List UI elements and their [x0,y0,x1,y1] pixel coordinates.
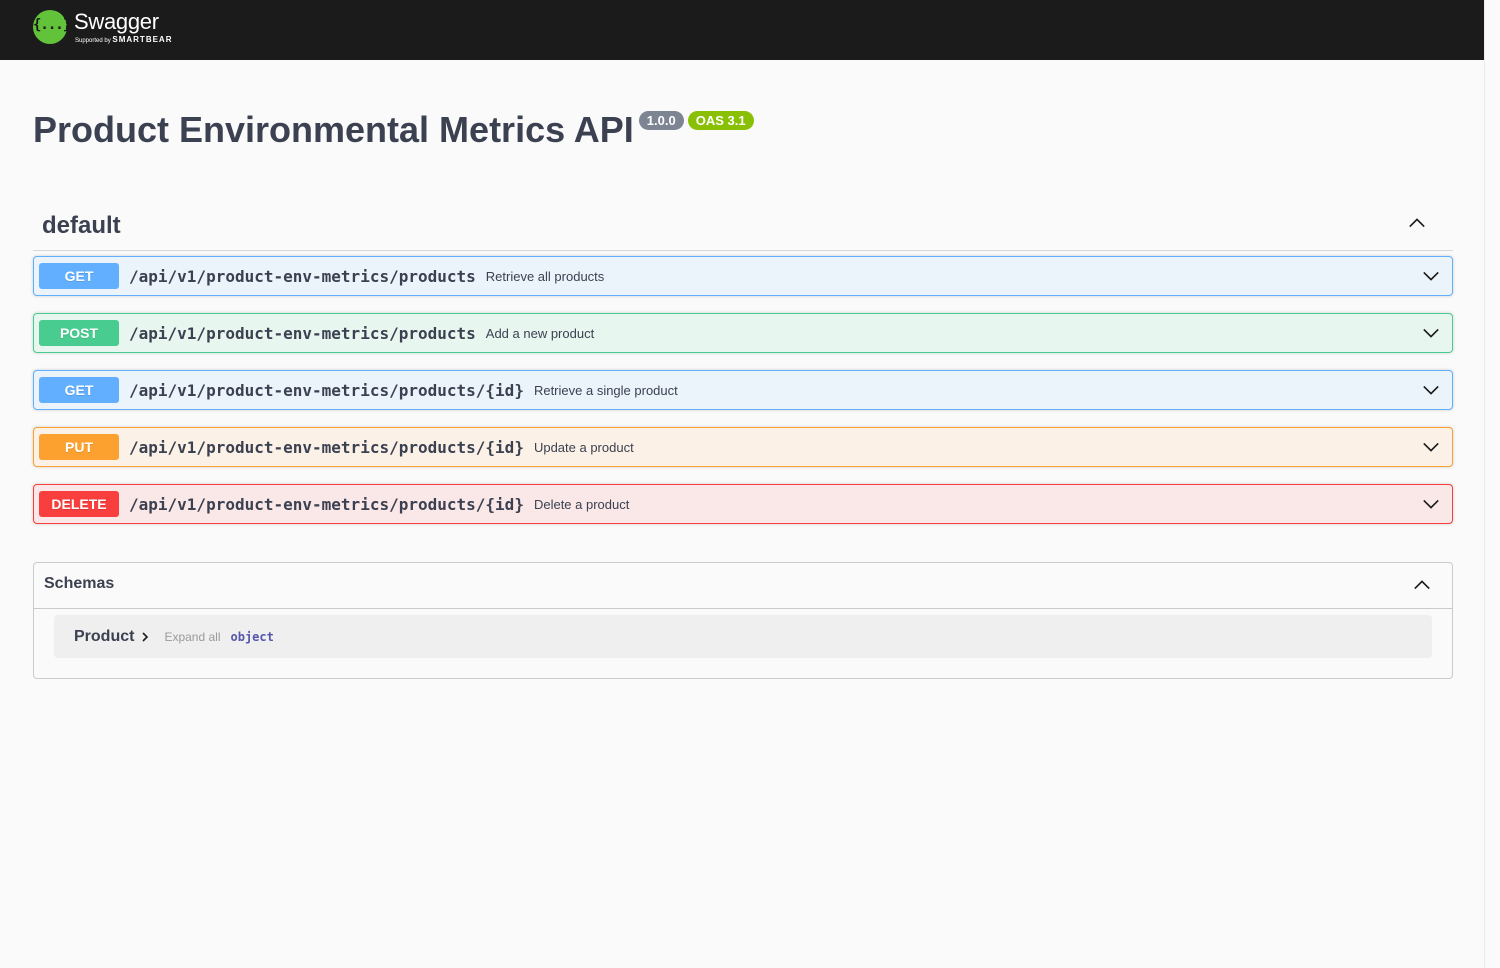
api-info: Product Environmental Metrics API 1.0.0 … [33,108,754,152]
top-bar: {...} Swagger Supported by SMARTBEAR [0,0,1485,60]
chevron-down-icon[interactable] [1422,495,1440,513]
chevron-down-icon[interactable] [1422,438,1440,456]
operation-summary: Retrieve a single product [533,382,678,398]
version-badge: 1.0.0 [638,111,684,130]
operation-path: /api/v1/product-env-metrics/products [129,266,476,286]
operation-path: /api/v1/product-env-metrics/products [129,323,476,343]
brand-text: Swagger Supported by SMARTBEAR [74,10,172,45]
chevron-up-icon[interactable] [1413,576,1431,594]
schemas-title: Schemas [44,575,115,592]
operation-get-products[interactable]: GET /api/v1/product-env-metrics/products… [33,256,1453,296]
swagger-logo-link[interactable]: {...} Swagger Supported by SMARTBEAR [33,10,172,50]
operation-summary: Add a new product [485,325,595,341]
operation-put-product[interactable]: PUT /api/v1/product-env-metrics/products… [33,427,1453,467]
operation-path: /api/v1/product-env-metrics/products/{id… [129,494,524,514]
operation-path: /api/v1/product-env-metrics/products/{id… [129,437,524,457]
brand-sub-prefix: Supported by [75,38,111,44]
model-product[interactable]: Product Expand all object [54,615,1432,658]
chevron-down-icon[interactable] [1422,267,1440,285]
chevron-right-icon[interactable] [140,631,150,642]
operations-list: GET /api/v1/product-env-metrics/products… [33,256,1453,524]
method-badge: POST [39,320,119,346]
chevron-down-icon[interactable] [1422,324,1440,342]
operation-summary: Delete a product [533,496,630,512]
tag-section-default: default GET /api/v1/product-env-metrics/… [33,200,1453,541]
swagger-logo-glyph: {...} [33,17,71,33]
model-type: object [230,629,274,644]
operation-get-product-by-id[interactable]: GET /api/v1/product-env-metrics/products… [33,370,1453,410]
operation-summary: Retrieve all products [485,268,605,284]
expand-all-button[interactable]: Expand all [164,630,220,644]
oas-badge: OAS 3.1 [687,111,754,130]
method-badge: GET [39,377,119,403]
swagger-ui-page: {...} Swagger Supported by SMARTBEAR Pro… [0,0,1500,968]
brand-name: Swagger [74,9,159,34]
method-badge: PUT [39,434,119,460]
model-name[interactable]: Product [74,628,134,646]
operation-path: /api/v1/product-env-metrics/products/{id… [129,380,524,400]
scrollbar[interactable] [1484,0,1500,968]
method-badge: GET [39,263,119,289]
schemas-header[interactable]: Schemas [34,563,1452,609]
chevron-up-icon[interactable] [1408,214,1426,232]
chevron-down-icon[interactable] [1422,381,1440,399]
operation-delete-product[interactable]: DELETE /api/v1/product-env-metrics/produ… [33,484,1453,524]
brand-sub: Supported by SMARTBEAR [75,36,172,45]
tag-title: default [42,212,121,239]
operation-post-products[interactable]: POST /api/v1/product-env-metrics/product… [33,313,1453,353]
method-badge: DELETE [39,491,119,517]
brand-sub-company: SMARTBEAR [112,35,173,44]
operation-summary: Update a product [533,439,634,455]
api-title: Product Environmental Metrics API [33,109,634,150]
tag-header-default[interactable]: default [33,200,1453,251]
swagger-logo-icon: {...} [33,10,71,44]
schemas-section: Schemas Product Expand all object [33,562,1453,679]
